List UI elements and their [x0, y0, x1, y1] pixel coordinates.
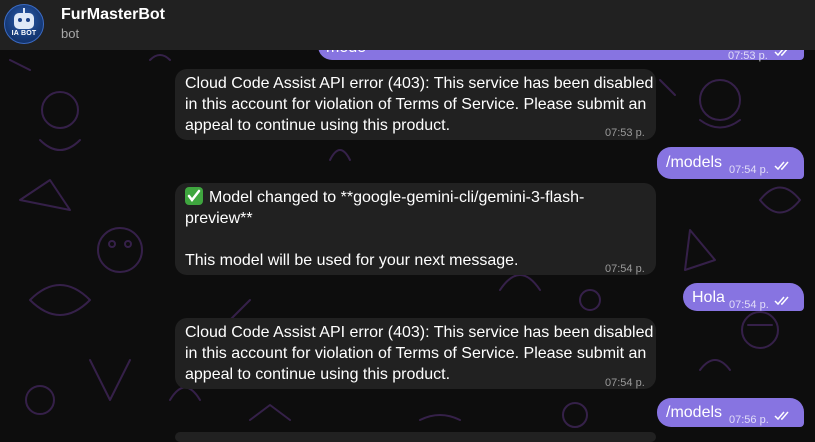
- avatar-label: IA BOT: [11, 30, 37, 37]
- message-incoming[interactable]: Cloud Code Assist API error (403): This …: [175, 318, 656, 389]
- message-outgoing[interactable]: /models 07:56 p.: [657, 398, 804, 427]
- message-text-line1: Model changed to **google-gemini-cli/gem…: [185, 187, 585, 227]
- bot-avatar[interactable]: IA BOT: [4, 4, 44, 44]
- message-time: 07:56 p.: [729, 414, 769, 426]
- check-mark-icon: [185, 187, 203, 205]
- message-text: Cloud Code Assist API error (403): This …: [185, 75, 658, 134]
- avatar-eye: [18, 18, 22, 22]
- read-checks-icon: [774, 411, 789, 421]
- read-checks-icon: [774, 161, 789, 171]
- message-time: 07:54 p.: [605, 377, 645, 389]
- message-time: 07:54 p.: [729, 164, 769, 176]
- message-incoming-partial[interactable]: [175, 432, 656, 442]
- message-time: 07:54 p.: [729, 299, 769, 311]
- message-time: 07:54 p.: [605, 263, 645, 275]
- chat-subtitle: bot: [61, 26, 80, 41]
- avatar-eye: [26, 18, 30, 22]
- robot-icon: [14, 13, 34, 29]
- message-outgoing[interactable]: Hola 07:54 p.: [683, 283, 804, 311]
- message-text: Hola: [692, 289, 725, 306]
- message-time: 07:53 p.: [605, 127, 645, 139]
- message-incoming[interactable]: Cloud Code Assist API error (403): This …: [175, 69, 656, 140]
- read-checks-icon: [774, 296, 789, 306]
- message-text: /models: [666, 404, 723, 421]
- message-incoming[interactable]: Model changed to **google-gemini-cli/gem…: [175, 183, 656, 275]
- message-text: Cloud Code Assist API error (403): This …: [185, 324, 658, 383]
- message-text: /models: [666, 154, 723, 171]
- message-text-line2: This model will be used for your next me…: [185, 252, 519, 269]
- chat-header[interactable]: IA BOT FurMasterBot bot: [0, 0, 815, 50]
- message-outgoing[interactable]: /models 07:54 p.: [657, 147, 804, 179]
- chat-title: FurMasterBot: [61, 6, 166, 23]
